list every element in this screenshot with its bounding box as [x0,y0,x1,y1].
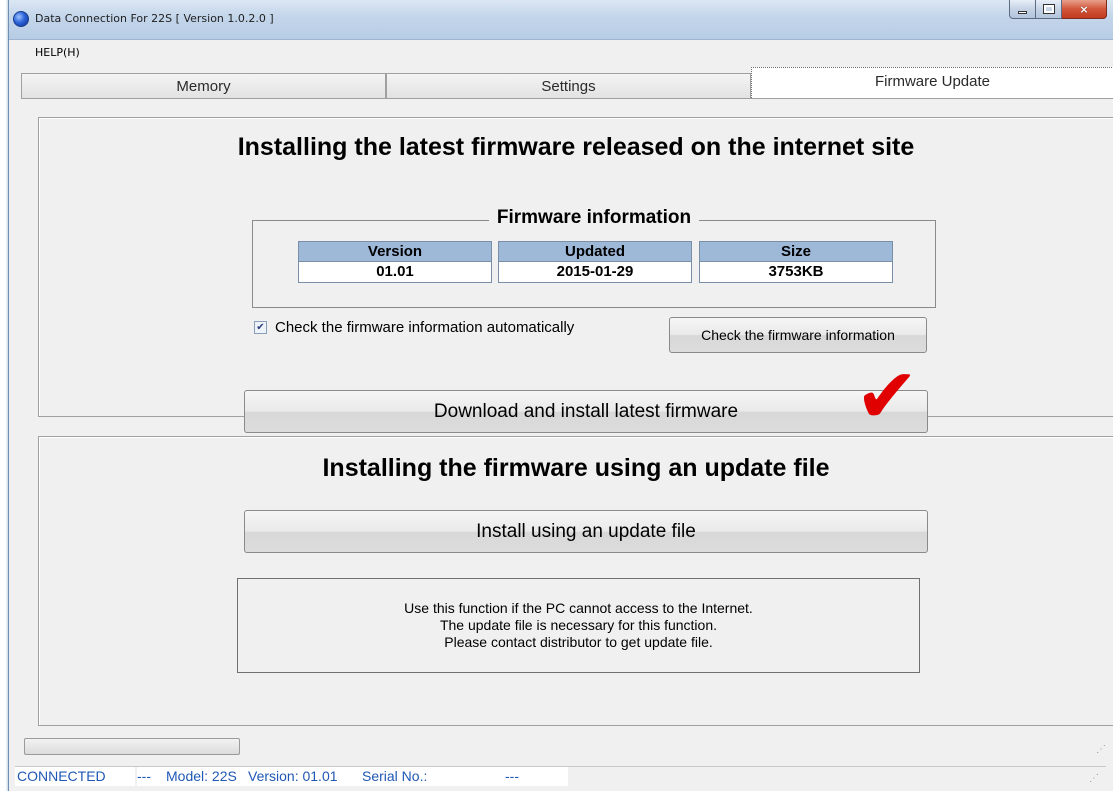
resize-grip-icon: ⋰ [1096,744,1107,755]
info-version: Version 01.01 [298,241,492,283]
tab-settings[interactable]: Settings [386,73,751,98]
window-controls: × [1009,0,1107,20]
progress-bar [24,738,240,755]
offline-note-box: Use this function if the PC cannot acces… [237,578,920,673]
window-title: Data Connection For 22S [ Version 1.0.2.… [35,12,274,25]
note-line: The update file is necessary for this fu… [439,617,718,633]
status-grip-icon: ⋰ [1089,773,1100,784]
note-line: Please contact distributor to get update… [444,634,713,650]
menu-help[interactable]: HELP(H) [35,46,80,59]
status-connection: CONNECTED [15,767,135,786]
info-size: Size 3753KB [699,241,893,283]
download-install-button[interactable]: Download and install latest firmware [244,390,928,433]
red-checkmark-icon: ✔ [855,351,919,440]
minimize-icon [1018,10,1027,14]
maximize-icon [1042,4,1055,14]
desktop-background [0,0,8,791]
menu-bar: HELP(H) [9,41,1113,63]
close-button[interactable]: × [1062,0,1107,19]
close-icon: × [1079,2,1089,16]
firmware-update-panel: Installing the latest firmware released … [21,98,1113,734]
minimize-button[interactable] [1009,0,1036,19]
status-serial-value: --- [456,767,568,786]
tab-firmware-update[interactable]: Firmware Update [751,67,1113,98]
check-firmware-button[interactable]: Check the firmware information [669,317,927,353]
info-updated-header: Updated [498,241,692,262]
info-size-header: Size [699,241,893,262]
status-model: Model: 22S [166,767,248,786]
auto-check-checkbox[interactable]: ✔ [254,321,267,334]
tab-memory[interactable]: Memory [21,73,386,98]
online-update-section: Installing the latest firmware released … [38,117,1113,436]
note-line: Use this function if the PC cannot acces… [404,600,753,616]
app-icon [13,11,29,27]
checkmark-icon: ✔ [256,321,265,333]
info-updated-value: 2015-01-29 [498,262,692,283]
tab-strip: Memory Settings Firmware Update [21,65,1113,98]
firmware-info-group: Firmware information Version 01.01 Updat… [252,207,936,308]
status-serial-label: Serial No.: [362,767,456,786]
auto-check-row[interactable]: ✔ Check the firmware information automat… [254,319,574,336]
app-window: Data Connection For 22S [ Version 1.0.2.… [8,0,1113,791]
status-bar: CONNECTED --- Model: 22S Version: 01.01 … [15,766,1106,791]
file-update-heading: Installing the firmware using an update … [322,454,830,482]
info-version-value: 01.01 [298,262,492,283]
maximize-button[interactable] [1036,0,1062,19]
info-version-header: Version [298,241,492,262]
status-separator: --- [137,767,166,786]
auto-check-label: Check the firmware information automatic… [275,319,575,336]
online-update-heading: Installing the latest firmware released … [237,133,915,161]
info-updated: Updated 2015-01-29 [498,241,692,283]
title-bar[interactable]: Data Connection For 22S [ Version 1.0.2.… [9,0,1113,40]
info-size-value: 3753KB [699,262,893,283]
firmware-info-title: Firmware information [488,207,700,228]
install-update-file-button[interactable]: Install using an update file [244,510,928,553]
status-version: Version: 01.01 [248,767,362,786]
